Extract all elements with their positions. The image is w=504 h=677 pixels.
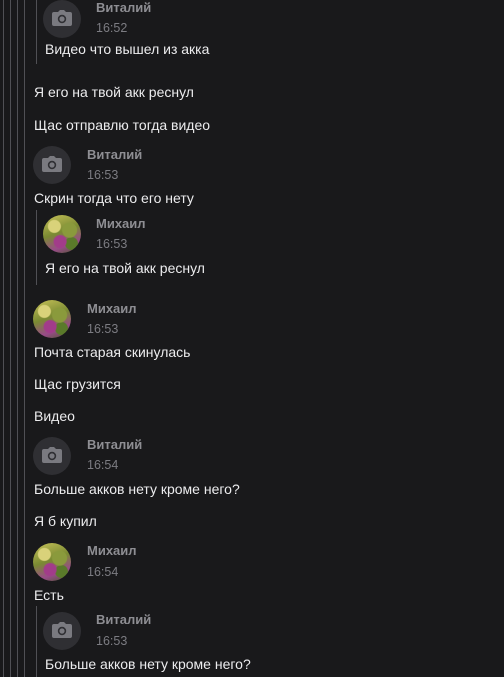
avatar[interactable] (33, 543, 71, 581)
author-name[interactable]: Михаил (87, 301, 137, 316)
message-time: 16:53 (96, 237, 128, 251)
avatar[interactable] (33, 300, 71, 338)
avatar[interactable] (43, 0, 81, 38)
message-time: 16:52 (96, 21, 128, 35)
avatar[interactable] (43, 215, 81, 253)
message-time: 16:53 (87, 322, 119, 336)
camera-icon (52, 622, 72, 638)
message-text: Я б купил (34, 513, 97, 529)
camera-icon (42, 156, 62, 172)
avatar[interactable] (43, 612, 81, 650)
message-time: 16:53 (96, 634, 128, 648)
message-text: Щас отправлю тогда видео (34, 117, 211, 133)
camera-icon (42, 447, 62, 463)
message-text: Я его на твой акк реснул (34, 84, 194, 100)
message-time: 16:54 (87, 565, 119, 579)
author-name[interactable]: Михаил (87, 543, 137, 558)
quote-bar-3 (36, 606, 37, 677)
message-text: Есть (34, 587, 64, 603)
message-time: 16:53 (87, 168, 119, 182)
thread-line-3 (17, 0, 18, 677)
message-text: Я его на твой акк реснул (45, 260, 205, 276)
message-text: Видео (34, 408, 75, 424)
camera-icon (52, 10, 72, 26)
author-name[interactable]: Виталий (96, 612, 151, 627)
message-text: Скрин тогда что его нету (34, 190, 194, 206)
thread-line-2 (10, 0, 11, 677)
thread-line-1 (3, 0, 4, 677)
thread-line-4 (24, 0, 25, 677)
avatar[interactable] (33, 437, 71, 475)
quote-bar-2 (36, 210, 37, 285)
avatar[interactable] (33, 146, 71, 184)
message-time: 16:54 (87, 458, 119, 472)
author-name[interactable]: Виталий (87, 147, 142, 162)
message-text: Видео что вышел из акка (45, 41, 210, 57)
author-name[interactable]: Виталий (87, 437, 142, 452)
quote-bar-1 (36, 0, 37, 64)
author-name[interactable]: Михаил (96, 216, 146, 231)
message-text: Больше акков нету кроме него? (45, 656, 251, 672)
message-text: Больше акков нету кроме него? (34, 481, 240, 497)
author-name[interactable]: Виталий (96, 0, 151, 15)
message-text: Щас грузится (34, 376, 121, 392)
message-text: Почта старая скинулась (34, 344, 191, 360)
